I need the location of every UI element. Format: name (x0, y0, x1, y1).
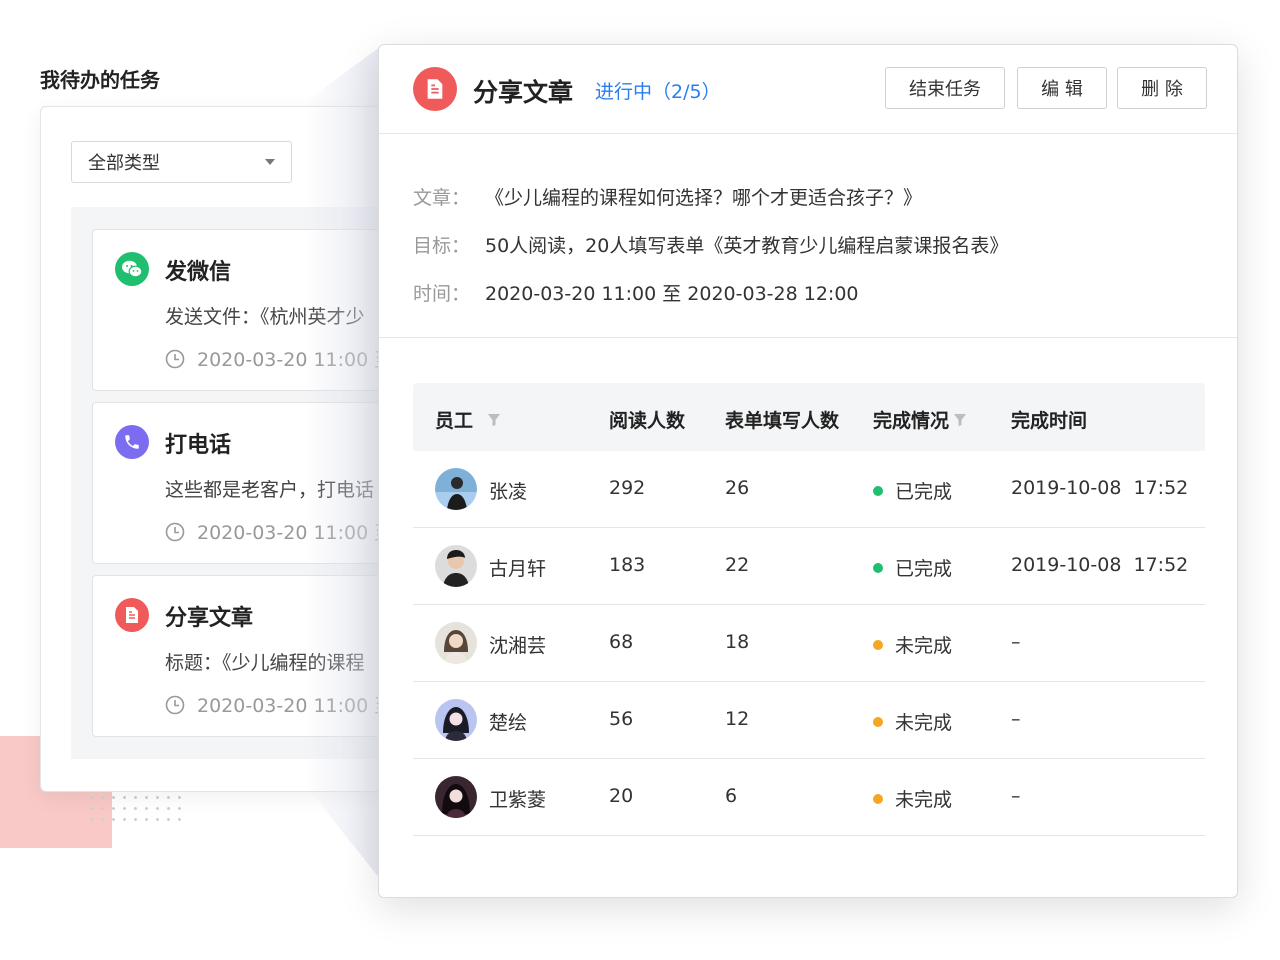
read-count: 56 (609, 708, 634, 730)
todo-section-title: 我待办的任务 (40, 68, 160, 92)
status-text: 已完成 (895, 558, 953, 580)
completed-at: – (1011, 631, 1021, 653)
clock-icon (165, 349, 185, 368)
article-row: 文章： 《少儿编程的课程如何选择？哪个才更适合孩子？》 (413, 183, 922, 210)
employee-name: 卫紫菱 (489, 789, 547, 811)
completed-at: 2019-10-08 17:52 (1011, 554, 1189, 576)
task-name: 分享文章 (165, 606, 254, 631)
time-row: 时间： 2020-03-20 11:00 至 2020-03-28 12:00 (413, 279, 859, 306)
task-type-select[interactable]: 全部类型 (71, 141, 292, 183)
employee-name: 楚绘 (489, 712, 528, 734)
completed-at: 2019-10-08 17:52 (1011, 477, 1189, 499)
header-status[interactable]: 完成情况 (873, 406, 967, 433)
read-count: 68 (609, 631, 634, 653)
form-count: 22 (725, 554, 750, 576)
filter-icon[interactable] (953, 413, 967, 427)
status-dot (873, 639, 883, 650)
delete-button[interactable]: 删 除 (1117, 67, 1207, 109)
edit-button[interactable]: 编 辑 (1017, 67, 1107, 109)
task-name: 打电话 (165, 433, 232, 458)
article-value: 《少儿编程的课程如何选择？哪个才更适合孩子？》 (485, 187, 923, 209)
header-completed-at: 完成时间 (1011, 410, 1088, 432)
status-text: 未完成 (895, 789, 953, 811)
divider (379, 337, 1237, 338)
article-label: 文章： (413, 187, 471, 209)
form-count: 18 (725, 631, 750, 653)
header-employee-label: 员工 (435, 410, 474, 432)
table-header: 员工 阅读人数 表单填写人数 完成情况 完成时间 (413, 383, 1205, 451)
employee-table: 员工 阅读人数 表单填写人数 完成情况 完成时间 张凌 292 26 已完成 2… (413, 383, 1205, 836)
header-status-label: 完成情况 (873, 410, 950, 432)
header-forms: 表单填写人数 (725, 410, 840, 432)
header-employee[interactable]: 员工 (435, 406, 501, 433)
status-dot (873, 793, 883, 804)
task-detail-panel: 分享文章 进行中（2/5） 结束任务 编 辑 删 除 文章： 《少儿编程的课程如何… (378, 44, 1238, 898)
time-label: 时间： (413, 283, 471, 305)
table-row[interactable]: 张凌 292 26 已完成 2019-10-08 17:52 (413, 451, 1205, 528)
status-text: 未完成 (895, 712, 953, 734)
table-row[interactable]: 卫紫菱 20 6 未完成 – (413, 759, 1205, 836)
employee-name: 古月轩 (489, 558, 547, 580)
phone-icon (115, 425, 149, 459)
avatar (435, 468, 477, 510)
table-row[interactable]: 古月轩 183 22 已完成 2019-10-08 17:52 (413, 528, 1205, 605)
completed-at: – (1011, 785, 1021, 807)
status-text: 已完成 (895, 481, 953, 503)
detail-title: 分享文章 (473, 78, 574, 107)
decorative-dot-grid (86, 792, 184, 826)
status-badge: 已完成 (873, 477, 952, 504)
status-badge: 已完成 (873, 554, 952, 581)
avatar (435, 699, 477, 741)
status-dot (873, 716, 883, 727)
form-count: 26 (725, 477, 750, 499)
goal-value: 50人阅读，20人填写表单《英才教育少儿编程启蒙课报名表》 (485, 235, 1009, 257)
avatar (435, 622, 477, 664)
read-count: 20 (609, 785, 634, 807)
read-count: 183 (609, 554, 646, 576)
avatar (435, 545, 477, 587)
wechat-icon (115, 252, 149, 286)
end-task-button[interactable]: 结束任务 (885, 67, 1005, 109)
task-name: 发微信 (165, 260, 232, 285)
goal-row: 目标： 50人阅读，20人填写表单《英才教育少儿编程启蒙课报名表》 (413, 231, 1008, 258)
header-reads: 阅读人数 (609, 410, 686, 432)
status-dot (873, 485, 883, 496)
caret-down-icon (265, 159, 275, 165)
employee-name: 张凌 (489, 481, 528, 503)
status-dot (873, 562, 883, 573)
table-row[interactable]: 沈湘芸 68 18 未完成 – (413, 605, 1205, 682)
filter-icon[interactable] (487, 413, 501, 427)
document-icon (115, 598, 149, 632)
time-value: 2020-03-20 11:00 至 2020-03-28 12:00 (485, 283, 859, 305)
task-type-select-value: 全部类型 (88, 153, 160, 174)
read-count: 292 (609, 477, 646, 499)
completed-at: – (1011, 708, 1021, 730)
status-badge: 未完成 (873, 631, 952, 658)
status-text: 未完成 (895, 635, 953, 657)
form-count: 6 (725, 785, 738, 807)
goal-label: 目标： (413, 235, 471, 257)
avatar (435, 776, 477, 818)
status-badge: 未完成 (873, 708, 952, 735)
table-row[interactable]: 楚绘 56 12 未完成 – (413, 682, 1205, 759)
form-count: 12 (725, 708, 750, 730)
employee-name: 沈湘芸 (489, 635, 547, 657)
clock-icon (165, 522, 185, 541)
detail-status: 进行中（2/5） (595, 81, 721, 103)
document-icon (413, 67, 457, 111)
status-badge: 未完成 (873, 785, 952, 812)
clock-icon (165, 695, 185, 714)
detail-connector-shadow (304, 44, 384, 884)
detail-header: 分享文章 进行中（2/5） 结束任务 编 辑 删 除 (379, 45, 1237, 134)
